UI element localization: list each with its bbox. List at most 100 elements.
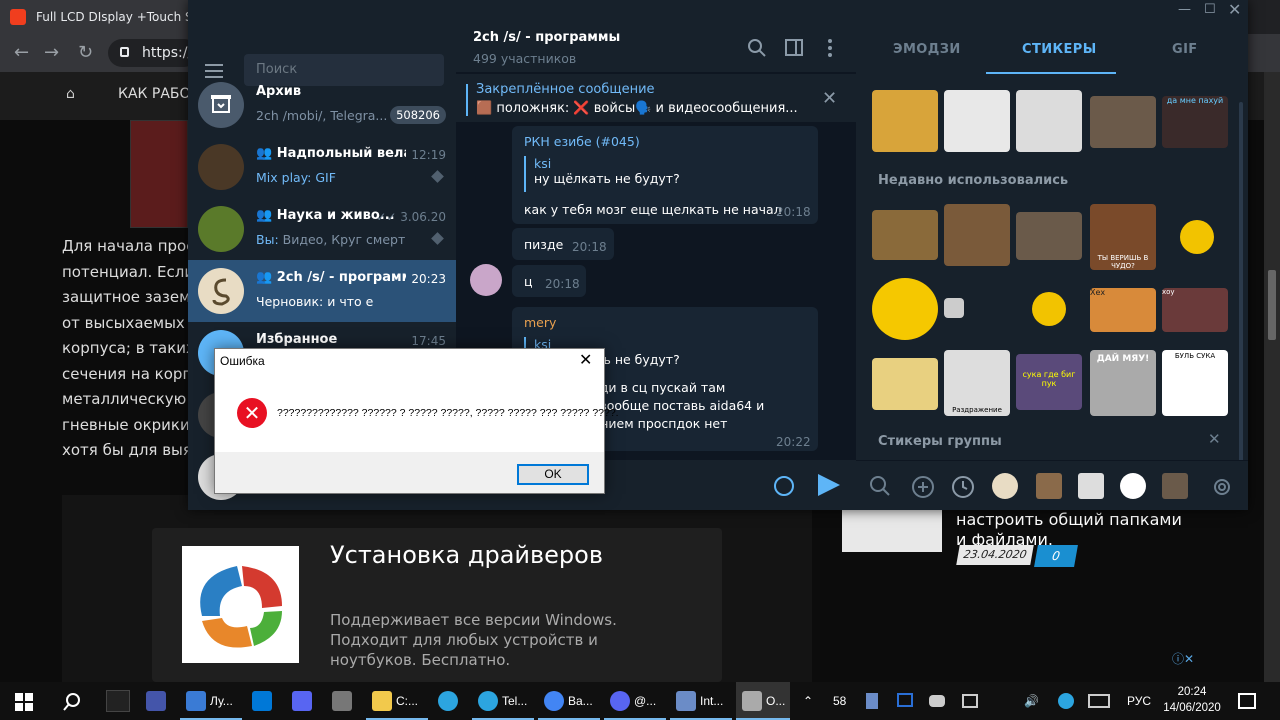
- close-icon[interactable]: ✕: [1228, 0, 1241, 19]
- start-menu-app-icon[interactable]: [106, 690, 130, 712]
- sticker[interactable]: [1016, 90, 1082, 152]
- clock[interactable]: 20:24 14/06/2020: [1160, 684, 1224, 716]
- more-options-icon[interactable]: [828, 39, 832, 57]
- chat-item-active[interactable]: 👥 2ch /s/ - программы 20:23 Черновик: и …: [188, 260, 456, 322]
- sticker[interactable]: БУЛЬ СУКА: [1162, 350, 1228, 416]
- forward-arrow-icon[interactable]: →: [44, 42, 59, 63]
- tray-discord-icon[interactable]: [929, 695, 945, 707]
- app-icon[interactable]: [146, 691, 166, 711]
- sticker-set-thumb[interactable]: [1078, 473, 1104, 499]
- tray-telegram-icon[interactable]: [1058, 693, 1074, 709]
- user-avatar[interactable]: [470, 264, 502, 296]
- taskbar-app[interactable]: [326, 682, 362, 720]
- sticker[interactable]: [872, 90, 938, 152]
- windows-start-icon[interactable]: [15, 693, 33, 711]
- tray-network-icon[interactable]: [962, 694, 978, 708]
- sticker-set-thumb[interactable]: [1162, 473, 1188, 499]
- tray-chevron-icon[interactable]: ⌃: [803, 682, 813, 720]
- browser-tab[interactable]: Full LCD DIsplay +Touch Scre: [0, 0, 190, 34]
- add-sticker-icon[interactable]: [912, 476, 934, 498]
- message-bubble[interactable]: пизде 20:18: [512, 228, 614, 260]
- sticker[interactable]: хоу: [1162, 288, 1228, 332]
- sticker[interactable]: [944, 90, 1010, 152]
- taskbar-app[interactable]: [246, 682, 282, 720]
- close-group-stickers-icon[interactable]: ✕: [1208, 430, 1221, 448]
- sticker[interactable]: ДАЙ МЯУ!: [1090, 350, 1156, 416]
- emoji-sticker[interactable]: [1180, 220, 1214, 254]
- pinned-message[interactable]: Закреплённое сообщение 🟫 положняк: ❌ вой…: [456, 74, 856, 122]
- sticker[interactable]: [1090, 96, 1156, 148]
- sticker[interactable]: да мне пахуй: [1162, 96, 1228, 148]
- sticker[interactable]: ТЫ ВЕРИШЬ В ЧУДО?: [1090, 204, 1156, 270]
- tab-emoji[interactable]: ЭМОДЗИ: [893, 42, 961, 57]
- keyboard-icon[interactable]: [1088, 694, 1110, 708]
- taskbar-app[interactable]: C:...: [366, 682, 428, 720]
- chat-item-archive[interactable]: Архив 2ch /mobi/, Telegra... 508206: [188, 74, 456, 136]
- reply-quote[interactable]: ksi ну щёлкать не будут?: [524, 156, 680, 192]
- tab-gif[interactable]: GIF: [1172, 42, 1198, 57]
- emoji-button-icon[interactable]: [774, 476, 794, 496]
- home-icon[interactable]: ⌂: [66, 86, 75, 102]
- taskbar-app[interactable]: Tel...: [472, 682, 534, 720]
- sticker-set-thumb[interactable]: [992, 473, 1018, 499]
- side-article-thumbnail[interactable]: [842, 508, 942, 552]
- sticker-set-thumb[interactable]: [1036, 473, 1062, 499]
- taskbar-app[interactable]: Int...: [670, 682, 732, 720]
- sticker[interactable]: сука где биг пук: [1016, 354, 1082, 410]
- sticker[interactable]: [944, 204, 1010, 266]
- nav-link[interactable]: КАК РАБОТ: [118, 86, 199, 102]
- sticker[interactable]: [944, 298, 964, 318]
- chat-title[interactable]: 2ch /s/ - программы: [473, 30, 620, 45]
- ok-button[interactable]: OK: [517, 464, 589, 485]
- maximize-icon[interactable]: ☐: [1204, 2, 1216, 17]
- promo-title[interactable]: Установка драйверов: [330, 540, 610, 570]
- ad-choices-icon[interactable]: ⓘ✕: [1172, 650, 1194, 667]
- message-sender[interactable]: mery: [524, 315, 556, 330]
- sticker[interactable]: [872, 210, 938, 260]
- message-bubble[interactable]: РКН езибе (#045) ksi ну щёлкать не будут…: [512, 126, 818, 224]
- back-arrow-icon[interactable]: ←: [14, 42, 29, 63]
- search-icon[interactable]: [748, 39, 766, 57]
- taskbar-app[interactable]: @...: [604, 682, 666, 720]
- thinking-emoji-sticker[interactable]: [872, 278, 938, 340]
- browser-scrollbar[interactable]: [1264, 72, 1280, 682]
- taskbar-app[interactable]: Ва...: [538, 682, 600, 720]
- close-pinned-icon[interactable]: ✕: [822, 88, 837, 109]
- recent-clock-icon[interactable]: [952, 476, 974, 498]
- sidebar-toggle-icon[interactable]: [785, 39, 803, 56]
- side-article-title[interactable]: настроить общий папками и файлами.: [956, 510, 1196, 550]
- sticker-scrollbar[interactable]: [1239, 102, 1243, 462]
- taskbar-app[interactable]: [432, 682, 468, 720]
- sticker[interactable]: [1016, 212, 1082, 260]
- dialog-close-icon[interactable]: ✕: [579, 350, 592, 369]
- tray-number[interactable]: 58: [833, 682, 846, 720]
- sticker[interactable]: [872, 358, 938, 410]
- tray-app-icon[interactable]: [866, 693, 878, 709]
- reload-icon[interactable]: ↻: [78, 42, 93, 63]
- volume-icon[interactable]: 🔊: [1024, 682, 1039, 720]
- message-bubble[interactable]: ц 20:18: [512, 265, 586, 297]
- taskbar-app[interactable]: Лу...: [180, 682, 242, 720]
- tab-stickers[interactable]: СТИКЕРЫ: [1022, 42, 1097, 57]
- message-sender[interactable]: РКН езибе (#045): [524, 134, 640, 149]
- comments-count-badge[interactable]: 0: [1034, 545, 1078, 567]
- search-icon[interactable]: [870, 476, 890, 496]
- language-indicator[interactable]: РУС: [1127, 682, 1151, 720]
- dialog-titlebar[interactable]: Ошибка ✕: [215, 349, 604, 374]
- browser-scroll-thumb[interactable]: [1268, 270, 1276, 340]
- taskbar-app[interactable]: [286, 682, 322, 720]
- search-icon[interactable]: [63, 693, 81, 711]
- chat-item[interactable]: 👥 Надпольный вела... 12:19 Mix play: GIF: [188, 136, 456, 198]
- settings-gear-icon[interactable]: [1211, 476, 1233, 498]
- chat-item[interactable]: 👥 Наука и живо... ✓✓ 3.06.20 Вы: Видео, …: [188, 198, 456, 260]
- emoji-sticker[interactable]: [1032, 292, 1066, 326]
- sticker-set-thumb[interactable]: [1120, 473, 1146, 499]
- notification-center-icon[interactable]: [1238, 693, 1256, 709]
- sticker[interactable]: Хех: [1090, 288, 1156, 332]
- sticker[interactable]: Раздражение: [944, 350, 1010, 416]
- minimize-icon[interactable]: —: [1178, 2, 1191, 17]
- address-bar[interactable]: https://: [108, 39, 198, 67]
- taskbar-app-active[interactable]: О...: [736, 682, 790, 720]
- send-icon[interactable]: [818, 474, 840, 496]
- tray-display-icon[interactable]: [897, 693, 913, 707]
